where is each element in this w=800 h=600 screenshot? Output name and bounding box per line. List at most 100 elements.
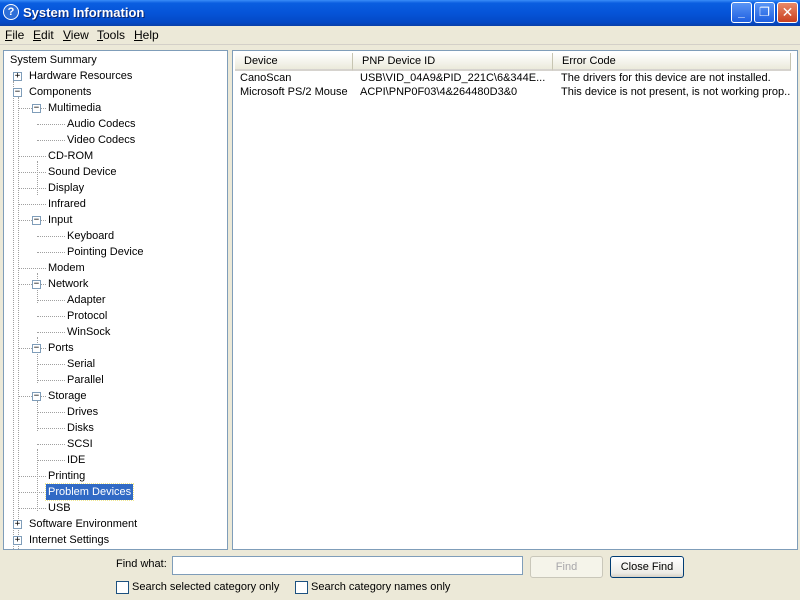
tree-item[interactable]: + Software Environment <box>4 516 224 532</box>
expand-icon[interactable]: + <box>13 536 22 545</box>
expand-icon[interactable]: + <box>13 520 22 529</box>
expand-icon[interactable]: + <box>13 72 22 81</box>
menu-help[interactable]: Help <box>134 28 159 42</box>
tree-item-label[interactable]: Internet Settings <box>27 532 111 548</box>
tree-item[interactable]: − Ports <box>4 340 224 356</box>
tree-item-label[interactable]: Sound Device <box>46 164 119 180</box>
column-header-pnp-device-id[interactable]: PNP Device ID <box>353 53 553 71</box>
tree-item-label[interactable]: Protocol <box>65 308 109 324</box>
tree-item[interactable]: − Input <box>4 212 224 228</box>
tree-item-label[interactable]: USB <box>46 500 73 516</box>
tree-item[interactable]: Sound Device <box>4 164 224 180</box>
search-category-names-label[interactable]: Search category names only <box>311 581 450 593</box>
tree-item-label[interactable]: Serial <box>65 356 97 372</box>
column-header-device[interactable]: Device <box>235 53 353 71</box>
tree-item-label[interactable]: Components <box>27 84 93 100</box>
pnp-id-cell: USB\VID_04A9&PID_221C\6&344E... <box>360 72 546 84</box>
find-what-label: Find what: <box>116 558 167 570</box>
tree-item[interactable]: Protocol <box>4 308 224 324</box>
tree-item-label[interactable]: Infrared <box>46 196 88 212</box>
tree-item-label[interactable]: IDE <box>65 452 87 468</box>
maximize-button[interactable]: ❐ <box>754 2 775 23</box>
tree-item[interactable]: IDE <box>4 452 224 468</box>
tree-item[interactable]: System Summary <box>4 52 224 68</box>
tree-item[interactable]: Drives <box>4 404 224 420</box>
menu-file[interactable]: File <box>5 28 24 42</box>
tree-item-label[interactable]: CD-ROM <box>46 148 95 164</box>
search-selected-category-label[interactable]: Search selected category only <box>132 581 279 593</box>
tree-item-label[interactable]: Software Environment <box>27 516 139 532</box>
find-button[interactable]: Find <box>530 556 603 578</box>
tree-item-label[interactable]: Video Codecs <box>65 132 137 148</box>
tree-item[interactable]: − Network <box>4 276 224 292</box>
tree-item-label[interactable]: WinSock <box>65 324 112 340</box>
close-button[interactable]: ✕ <box>777 2 798 23</box>
tree-item[interactable]: Adapter <box>4 292 224 308</box>
tree-item[interactable]: SCSI <box>4 436 224 452</box>
tree-item[interactable]: Display <box>4 180 224 196</box>
minimize-button[interactable]: _ <box>731 2 752 23</box>
menu-view[interactable]: View <box>63 28 89 42</box>
pnp-id-cell: ACPI\PNP0F03\4&264480D3&0 <box>360 86 518 98</box>
tree-item-label[interactable]: Parallel <box>65 372 106 388</box>
collapse-icon[interactable]: − <box>32 392 41 401</box>
category-tree[interactable]: System Summary + Hardware Resources − Compon… <box>3 50 228 550</box>
tree-item-label[interactable]: Storage <box>46 388 89 404</box>
menu-tools[interactable]: Tools <box>97 28 125 42</box>
tree-item[interactable]: Parallel <box>4 372 224 388</box>
collapse-icon[interactable]: − <box>32 280 41 289</box>
device-cell: CanoScan <box>240 72 292 84</box>
collapse-icon[interactable]: − <box>13 88 22 97</box>
title-bar[interactable]: ? System Information _ ❐ ✕ <box>0 0 800 26</box>
window-title: System Information <box>23 5 145 20</box>
tree-item-label[interactable]: SCSI <box>65 436 95 452</box>
tree-item[interactable]: Pointing Device <box>4 244 224 260</box>
tree-item[interactable]: + Hardware Resources <box>4 68 224 84</box>
tree-item-label[interactable]: Audio Codecs <box>65 116 138 132</box>
menu-edit[interactable]: Edit <box>33 28 54 42</box>
tree-item-label[interactable]: Network <box>46 276 90 292</box>
collapse-icon[interactable]: − <box>32 104 41 113</box>
search-selected-category-checkbox[interactable] <box>116 581 129 594</box>
tree-item[interactable]: − Multimedia <box>4 100 224 116</box>
tree-item[interactable]: Printing <box>4 468 224 484</box>
tree-item[interactable]: Video Codecs <box>4 132 224 148</box>
tree-item-label[interactable]: Ports <box>46 340 76 356</box>
collapse-icon[interactable]: − <box>32 216 41 225</box>
close-find-button[interactable]: Close Find <box>610 556 684 578</box>
tree-item-label[interactable]: Input <box>46 212 74 228</box>
tree-item-label[interactable]: Pointing Device <box>65 244 145 260</box>
tree-item-label[interactable]: Keyboard <box>65 228 116 244</box>
tree-item[interactable]: − Storage <box>4 388 224 404</box>
menu-bar: File Edit View Tools Help <box>0 26 800 45</box>
device-cell: Microsoft PS/2 Mouse <box>240 86 348 98</box>
tree-item[interactable]: Disks <box>4 420 224 436</box>
tree-item[interactable]: Serial <box>4 356 224 372</box>
tree-item-label[interactable]: Printing <box>46 468 87 484</box>
details-list[interactable]: Device PNP Device ID Error Code CanoScan… <box>232 50 798 550</box>
tree-item[interactable]: Problem Devices <box>4 483 224 501</box>
tree-item-label[interactable]: Disks <box>65 420 96 436</box>
tree-item[interactable]: Keyboard <box>4 228 224 244</box>
tree-item[interactable]: − Components <box>4 84 224 100</box>
search-category-names-checkbox[interactable] <box>295 581 308 594</box>
tree-item[interactable]: Audio Codecs <box>4 116 224 132</box>
tree-item-label[interactable]: Hardware Resources <box>27 68 134 84</box>
tree-item-label[interactable]: Modem <box>46 260 87 276</box>
tree-item-label[interactable]: Display <box>46 180 86 196</box>
tree-item[interactable]: WinSock <box>4 324 224 340</box>
tree-item-label[interactable]: System Summary <box>8 52 99 68</box>
collapse-icon[interactable]: − <box>32 344 41 353</box>
tree-item[interactable]: Infrared <box>4 196 224 212</box>
tree-item[interactable]: CD-ROM <box>4 148 224 164</box>
find-what-input[interactable] <box>172 556 523 575</box>
tree-item[interactable]: USB <box>4 500 224 516</box>
tree-item-label[interactable]: Adapter <box>65 292 108 308</box>
tree-item[interactable]: Modem <box>4 260 224 276</box>
tree-item-label[interactable]: Problem Devices <box>44 483 135 501</box>
system-information-icon[interactable]: ? <box>3 4 19 20</box>
tree-item-label[interactable]: Drives <box>65 404 100 420</box>
tree-item[interactable]: + Internet Settings <box>4 532 224 548</box>
column-header-error-code[interactable]: Error Code <box>553 53 791 71</box>
tree-item-label[interactable]: Multimedia <box>46 100 103 116</box>
